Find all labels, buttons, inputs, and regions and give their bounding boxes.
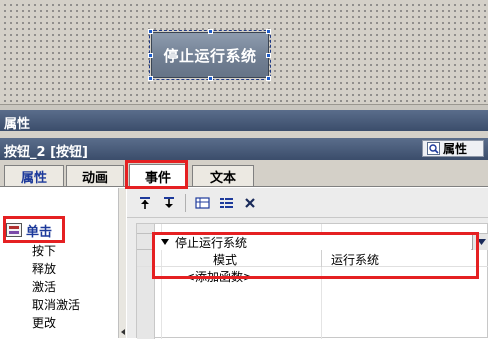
delete-button[interactable]	[240, 193, 260, 213]
resize-handle-bl[interactable]	[148, 76, 153, 81]
event-click-item[interactable]: 单击	[6, 220, 52, 240]
tab-animation-label: 动画	[81, 170, 108, 186]
properties-title: 属性	[4, 117, 31, 132]
add-function-row[interactable]: <添加函数>	[137, 267, 488, 284]
event-click-label: 单击	[26, 224, 53, 240]
function-grid: 停止运行系统 模式 运行系统 <添加函数>	[136, 223, 488, 339]
properties-title-bar: 属性	[0, 110, 488, 132]
resize-handle-br[interactable]	[266, 76, 271, 81]
event-list: 按下 释放 激活 取消激活 更改	[0, 242, 118, 332]
move-down-icon	[164, 196, 174, 208]
event-item-release[interactable]: 释放	[0, 260, 118, 278]
tab-strip: 属性 动画 事件 文本	[0, 160, 488, 187]
resize-handle-ml[interactable]	[148, 53, 153, 58]
row-gutter	[137, 250, 155, 266]
properties-view-button[interactable]: 属性	[422, 140, 484, 157]
event-item-activate[interactable]: 激活	[0, 278, 118, 296]
move-up-icon	[140, 196, 150, 209]
toolbar-separator	[185, 193, 186, 212]
add-function-link[interactable]: <添加函数>	[185, 268, 253, 285]
function-name: 停止运行系统	[175, 235, 248, 250]
function-dropdown-button[interactable]	[472, 234, 488, 250]
object-name-bar: 按钮_2 [按钮] 属性	[0, 138, 488, 160]
event-item-change[interactable]: 更改	[0, 314, 118, 332]
resize-handle-bm[interactable]	[208, 76, 213, 81]
insert-row-icon	[194, 196, 210, 209]
event-item-press[interactable]: 按下	[0, 242, 118, 260]
row-gutter	[137, 267, 155, 284]
event-list-panel: 单击 按下 释放 激活 取消激活 更改	[0, 188, 126, 338]
properties-view-label: 属性	[443, 142, 468, 156]
resize-handle-tr[interactable]	[266, 29, 271, 34]
list-icon	[219, 197, 233, 208]
row-gutter	[137, 234, 155, 249]
event-item-deactivate[interactable]: 取消激活	[0, 296, 118, 314]
event-click-icon	[6, 223, 22, 237]
tab-text[interactable]: 文本	[192, 165, 254, 186]
object-name: 按钮_2 [按钮]	[4, 145, 88, 160]
design-canvas[interactable]: 停止运行系统	[0, 0, 488, 104]
tab-events[interactable]: 事件	[129, 164, 187, 187]
move-down-button[interactable]	[159, 193, 179, 213]
collapse-triangle-icon[interactable]	[161, 238, 169, 246]
properties-view-icon	[427, 142, 440, 155]
tab-events-label: 事件	[144, 170, 171, 186]
function-row[interactable]: 停止运行系统	[137, 233, 488, 250]
cell-divider	[321, 250, 322, 267]
insert-row-button[interactable]	[192, 193, 212, 213]
hmi-button-label: 停止运行系统	[163, 46, 257, 65]
delete-icon	[245, 197, 255, 208]
parameter-row[interactable]: 模式 运行系统	[137, 250, 488, 267]
resize-handle-tm[interactable]	[208, 29, 213, 34]
parameter-name: 模式	[213, 253, 238, 267]
tab-animation[interactable]: 动画	[66, 165, 124, 186]
parameter-value[interactable]: 运行系统	[331, 251, 379, 268]
tab-properties-label: 属性	[20, 170, 47, 186]
function-cell[interactable]: 停止运行系统	[155, 234, 471, 250]
tab-properties[interactable]: 属性	[4, 165, 64, 186]
function-list-panel: 停止运行系统 模式 运行系统 <添加函数>	[127, 188, 488, 339]
move-up-button[interactable]	[135, 193, 155, 213]
resize-handle-mr[interactable]	[266, 53, 271, 58]
tab-text-label: 文本	[209, 170, 236, 186]
hmi-stop-runtime-button[interactable]: 停止运行系统	[149, 30, 271, 80]
dropdown-arrow-icon	[476, 239, 486, 245]
scroll-left-arrow-icon	[121, 329, 125, 335]
resize-handle-tl[interactable]	[148, 29, 153, 34]
event-list-scrollbar[interactable]	[118, 188, 126, 338]
panel-spacer	[0, 131, 488, 138]
list-view-button[interactable]	[216, 193, 236, 213]
function-toolbar	[127, 188, 488, 218]
